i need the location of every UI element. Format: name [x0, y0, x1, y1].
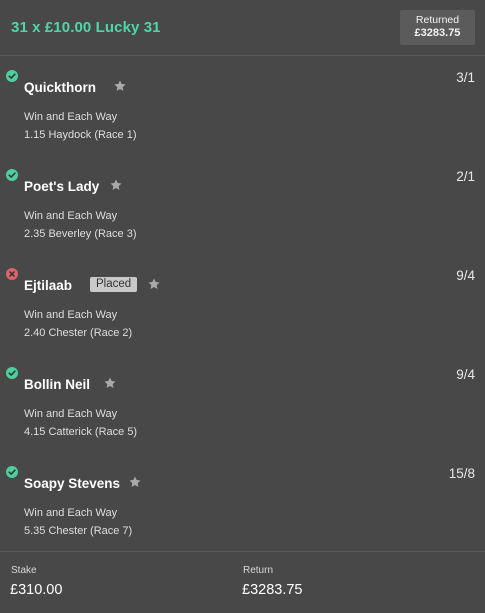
return-value: £3283.75: [242, 582, 303, 598]
odds: 9/4: [456, 367, 475, 382]
selection-row[interactable]: Soapy Stevens 15/8 Win and Each Way 5.35 Ch…: [0, 452, 485, 551]
star-icon[interactable]: [103, 376, 117, 390]
bet-type: Win and Each Way: [24, 210, 118, 222]
star-icon[interactable]: [147, 277, 161, 291]
odds: 15/8: [448, 466, 475, 481]
star-icon[interactable]: [128, 475, 142, 489]
bet-type: Win and Each Way: [24, 507, 118, 519]
bet-type: Win and Each Way: [24, 111, 118, 123]
return-label: Return: [243, 565, 274, 576]
odds: 2/1: [456, 169, 475, 184]
race-info: 2.35 Beverley (Race 3): [24, 228, 137, 240]
runner-name: Soapy Stevens: [24, 476, 121, 491]
bet-footer: Stake £310.00 Return £3283.75: [0, 551, 485, 613]
runner-name: Poet's Lady: [24, 179, 100, 194]
check-circle-icon: [6, 466, 18, 478]
stake-value: £310.00: [10, 582, 63, 598]
runner-name: Ejtilaab: [24, 278, 73, 293]
runner-name: Bollin Neil: [24, 377, 91, 392]
star-icon[interactable]: [109, 178, 123, 192]
selection-row[interactable]: Ejtilaab Placed 9/4 Win and Each Way 2.40 Ch…: [0, 254, 485, 353]
runner-name: Quickthorn: [24, 80, 97, 95]
race-info: 4.15 Catterick (Race 5): [24, 426, 138, 438]
returned-label: Returned: [415, 14, 460, 26]
stake-label: Stake: [11, 565, 37, 576]
selection-row[interactable]: Bollin Neil 9/4 Win and Each Way 4.15 Catte…: [0, 353, 485, 452]
race-info: 5.35 Chester (Race 7): [24, 525, 133, 537]
race-info: 2.40 Chester (Race 2): [24, 327, 133, 339]
returned-amount: £3283.75: [414, 27, 461, 39]
bet-header: 31 x £10.00 Lucky 31 Returned £3283.75: [0, 0, 485, 56]
placed-badge: Placed: [90, 277, 138, 292]
selection-row[interactable]: Quickthorn 3/1 Win and Each Way 1.15 Haydoc…: [0, 56, 485, 155]
check-circle-icon: [6, 367, 18, 379]
bet-type: Win and Each Way: [24, 309, 118, 321]
odds: 3/1: [456, 70, 475, 85]
star-icon[interactable]: [113, 79, 127, 93]
race-info: 1.15 Haydock (Race 1): [24, 129, 137, 141]
bet-type: Win and Each Way: [24, 408, 118, 420]
cross-circle-icon: [6, 268, 18, 280]
returned-badge: Returned £3283.75: [400, 10, 475, 45]
bet-title: 31 x £10.00 Lucky 31: [11, 19, 161, 36]
selection-row[interactable]: Poet's Lady 2/1 Win and Each Way 2.35 Bever…: [0, 155, 485, 254]
check-circle-icon: [6, 169, 18, 181]
odds: 9/4: [456, 268, 475, 283]
check-circle-icon: [6, 70, 18, 82]
